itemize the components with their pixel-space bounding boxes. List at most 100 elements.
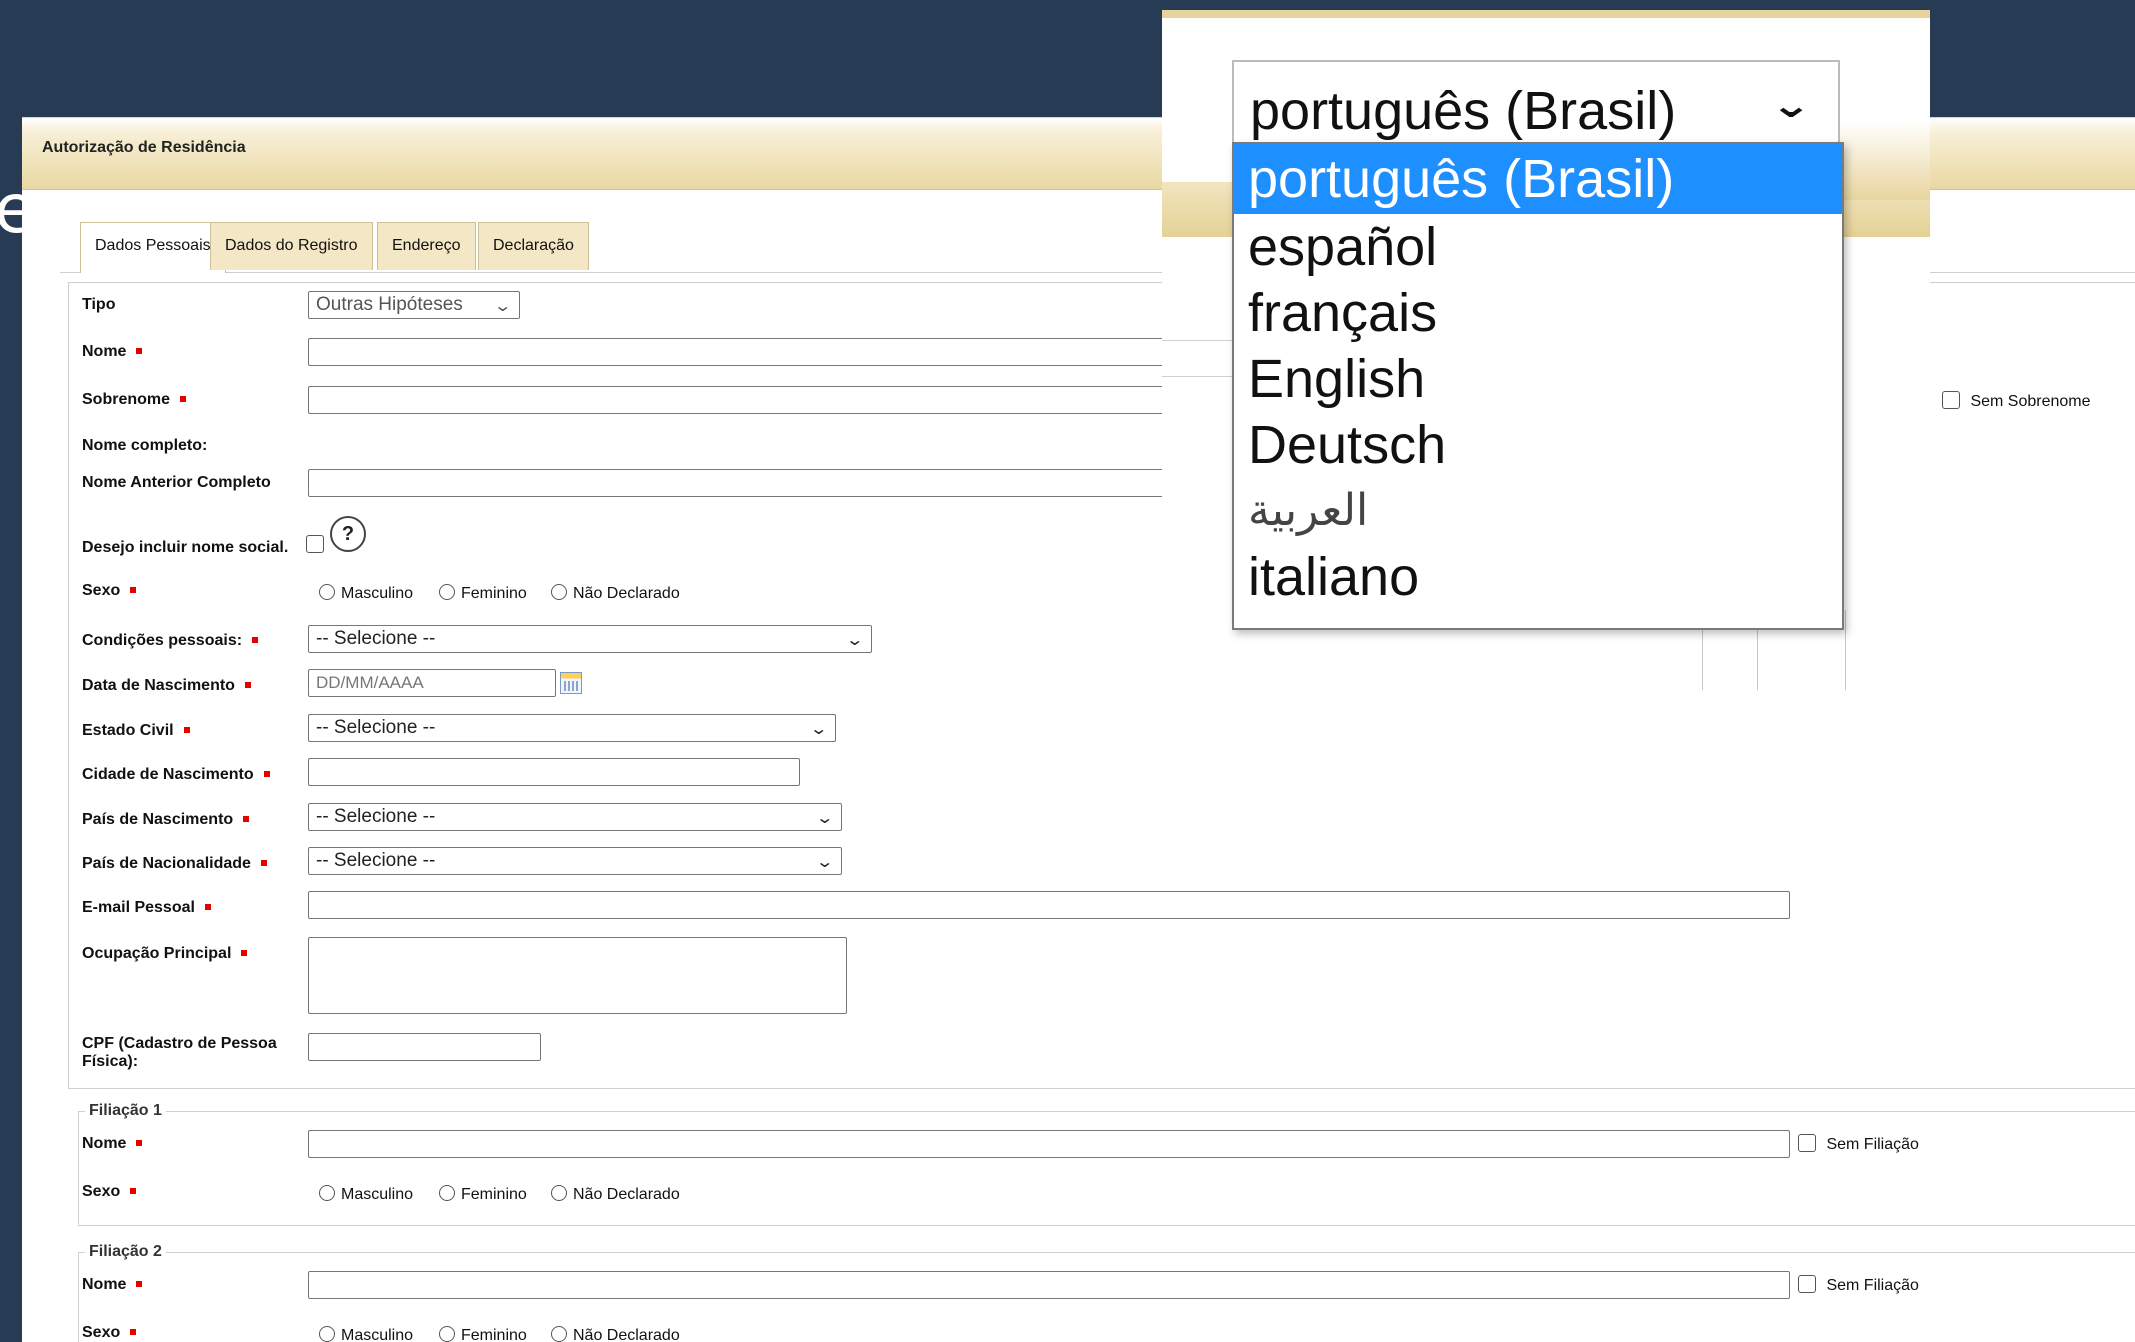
language-option-portugues[interactable]: português (Brasil) [1234, 144, 1842, 214]
required-marker [130, 587, 137, 593]
nome-completo-label: Nome completo: [82, 437, 208, 454]
sobrenome-label: Sobrenome [82, 391, 187, 409]
radio-button[interactable] [319, 584, 335, 600]
nome-label: Nome [82, 343, 143, 361]
required-marker [136, 1281, 143, 1287]
filiacao-2-feminino-option[interactable]: Feminino [439, 1326, 527, 1342]
nome-social-checkbox[interactable] [306, 535, 324, 553]
tab-declaracao[interactable]: Declaração [478, 222, 589, 270]
sem-sobrenome-checkbox[interactable] [1942, 391, 1960, 409]
language-option-arabic[interactable]: العربية [1234, 478, 1842, 544]
cidade-label-text: Cidade de Nascimento [82, 766, 254, 783]
cpf-input[interactable] [308, 1033, 541, 1061]
filiacao-2-sem-checkbox[interactable] [1798, 1275, 1816, 1293]
nascimento-placeholder: DD/MM/AAAA [316, 673, 424, 692]
filiacao-2-sexo-label: Sexo [82, 1324, 137, 1342]
required-marker [136, 1140, 143, 1146]
radio-label: Não Declarado [573, 585, 680, 602]
sem-sobrenome-option[interactable]: Sem Sobrenome [1942, 391, 2091, 411]
language-select[interactable]: português (Brasil) ⌄ [1232, 60, 1840, 148]
language-option-english[interactable]: English [1234, 346, 1842, 412]
overlay-header-band-right [1840, 120, 1930, 200]
nome-anterior-label: Nome Anterior Completo [82, 474, 271, 491]
tipo-select-value: Outras Hipóteses [316, 294, 463, 315]
sem-sobrenome-label: Sem Sobrenome [1970, 393, 2091, 410]
pais-nacionalidade-label: País de Nacionalidade [82, 855, 267, 873]
required-marker [130, 1329, 137, 1335]
filiacao-2-sem-option[interactable]: Sem Filiação [1798, 1275, 1919, 1295]
required-marker [130, 1188, 137, 1194]
filiacao-2-masculino-option[interactable]: Masculino [319, 1326, 413, 1342]
help-icon[interactable]: ? [330, 516, 366, 552]
tab-dados-pessoais[interactable]: Dados Pessoais [80, 222, 226, 273]
filiacao-1-nao-declarado-option[interactable]: Não Declarado [551, 1185, 680, 1204]
filiacao-2-sem-label: Sem Filiação [1826, 1277, 1919, 1294]
radio-button[interactable] [551, 584, 567, 600]
condicoes-label-text: Condições pessoais: [82, 632, 243, 649]
tab-endereco[interactable]: Endereço [377, 222, 476, 270]
pais-nascimento-select[interactable]: -- Selecione -- ⌄ [308, 803, 842, 831]
filiacao-2-nao-declarado-option[interactable]: Não Declarado [551, 1326, 680, 1342]
radio-button[interactable] [439, 1185, 455, 1201]
radio-button[interactable] [551, 1185, 567, 1201]
email-label-text: E-mail Pessoal [82, 899, 195, 916]
filiacao-1-nome-input[interactable] [308, 1130, 1790, 1158]
filiacao-1-sexo-label-text: Sexo [82, 1183, 121, 1200]
sexo-label-text: Sexo [82, 582, 121, 599]
nome-label-text: Nome [82, 343, 127, 360]
language-option-francais[interactable]: français [1234, 280, 1842, 346]
chevron-down-icon: ⌄ [814, 808, 834, 827]
cpf-label-line2: Física): [82, 1053, 139, 1070]
radio-button[interactable] [439, 584, 455, 600]
required-marker [252, 637, 259, 643]
radio-label: Feminino [461, 1327, 527, 1342]
chevron-down-icon: ⌄ [814, 852, 834, 871]
language-options-list: português (Brasil) español français Engl… [1232, 142, 1844, 630]
radio-button[interactable] [439, 1326, 455, 1342]
radio-label: Masculino [341, 1186, 414, 1203]
language-option-italiano[interactable]: italiano [1234, 544, 1842, 610]
radio-button[interactable] [319, 1326, 335, 1342]
pais-nacionalidade-label-text: País de Nacionalidade [82, 855, 251, 872]
radio-button[interactable] [551, 1326, 567, 1342]
tipo-select[interactable]: Outras Hipóteses ⌄ [308, 291, 520, 319]
language-option-espanol[interactable]: español [1234, 214, 1842, 280]
ocupacao-textarea[interactable] [308, 937, 847, 1014]
filiacao-1-feminino-option[interactable]: Feminino [439, 1185, 527, 1204]
radio-label: Não Declarado [573, 1186, 680, 1203]
cidade-input[interactable] [308, 758, 800, 786]
pais-nascimento-select-value: -- Selecione -- [316, 806, 436, 827]
filiacao-1-sem-checkbox[interactable] [1798, 1134, 1816, 1152]
sexo-masculino-option[interactable]: Masculino [319, 584, 413, 603]
nascimento-input[interactable]: DD/MM/AAAA [308, 669, 556, 697]
filiacao-1-sem-option[interactable]: Sem Filiação [1798, 1134, 1919, 1154]
estado-civil-label-text: Estado Civil [82, 722, 174, 739]
filiacao-2-nome-input[interactable] [308, 1271, 1790, 1299]
tab-dados-do-registro[interactable]: Dados do Registro [210, 222, 373, 270]
email-input[interactable] [308, 891, 1790, 919]
nascimento-label: Data de Nascimento [82, 677, 251, 695]
language-option-deutsch[interactable]: Deutsch [1234, 412, 1842, 478]
required-marker [263, 771, 270, 777]
filiacao-1-legend: Filiação 1 [89, 1102, 162, 1119]
filiacao-1-nome-label-text: Nome [82, 1135, 127, 1152]
condicoes-select-value: -- Selecione -- [316, 628, 436, 649]
cpf-label-line1: CPF (Cadastro de Pessoa [82, 1035, 277, 1052]
calendar-icon[interactable] [560, 672, 582, 694]
language-selector-overlay: português (Brasil) ⌄ português (Brasil) … [1162, 10, 1930, 690]
required-marker [243, 816, 250, 822]
required-marker [136, 348, 143, 354]
sexo-nao-declarado-option[interactable]: Não Declarado [551, 584, 680, 603]
radio-label: Masculino [341, 585, 414, 602]
radio-label: Masculino [341, 1327, 414, 1342]
pais-nacionalidade-select[interactable]: -- Selecione -- ⌄ [308, 847, 842, 875]
radio-label: Feminino [461, 585, 527, 602]
filiacao-1-masculino-option[interactable]: Masculino [319, 1185, 413, 1204]
filiacao-2-sexo-label-text: Sexo [82, 1324, 121, 1341]
condicoes-select[interactable]: -- Selecione -- ⌄ [308, 625, 872, 653]
filiacao-1-nome-label: Nome [82, 1135, 143, 1153]
sexo-feminino-option[interactable]: Feminino [439, 584, 527, 603]
tipo-label: Tipo [82, 296, 116, 313]
radio-button[interactable] [319, 1185, 335, 1201]
estado-civil-select[interactable]: -- Selecione -- ⌄ [308, 714, 836, 742]
